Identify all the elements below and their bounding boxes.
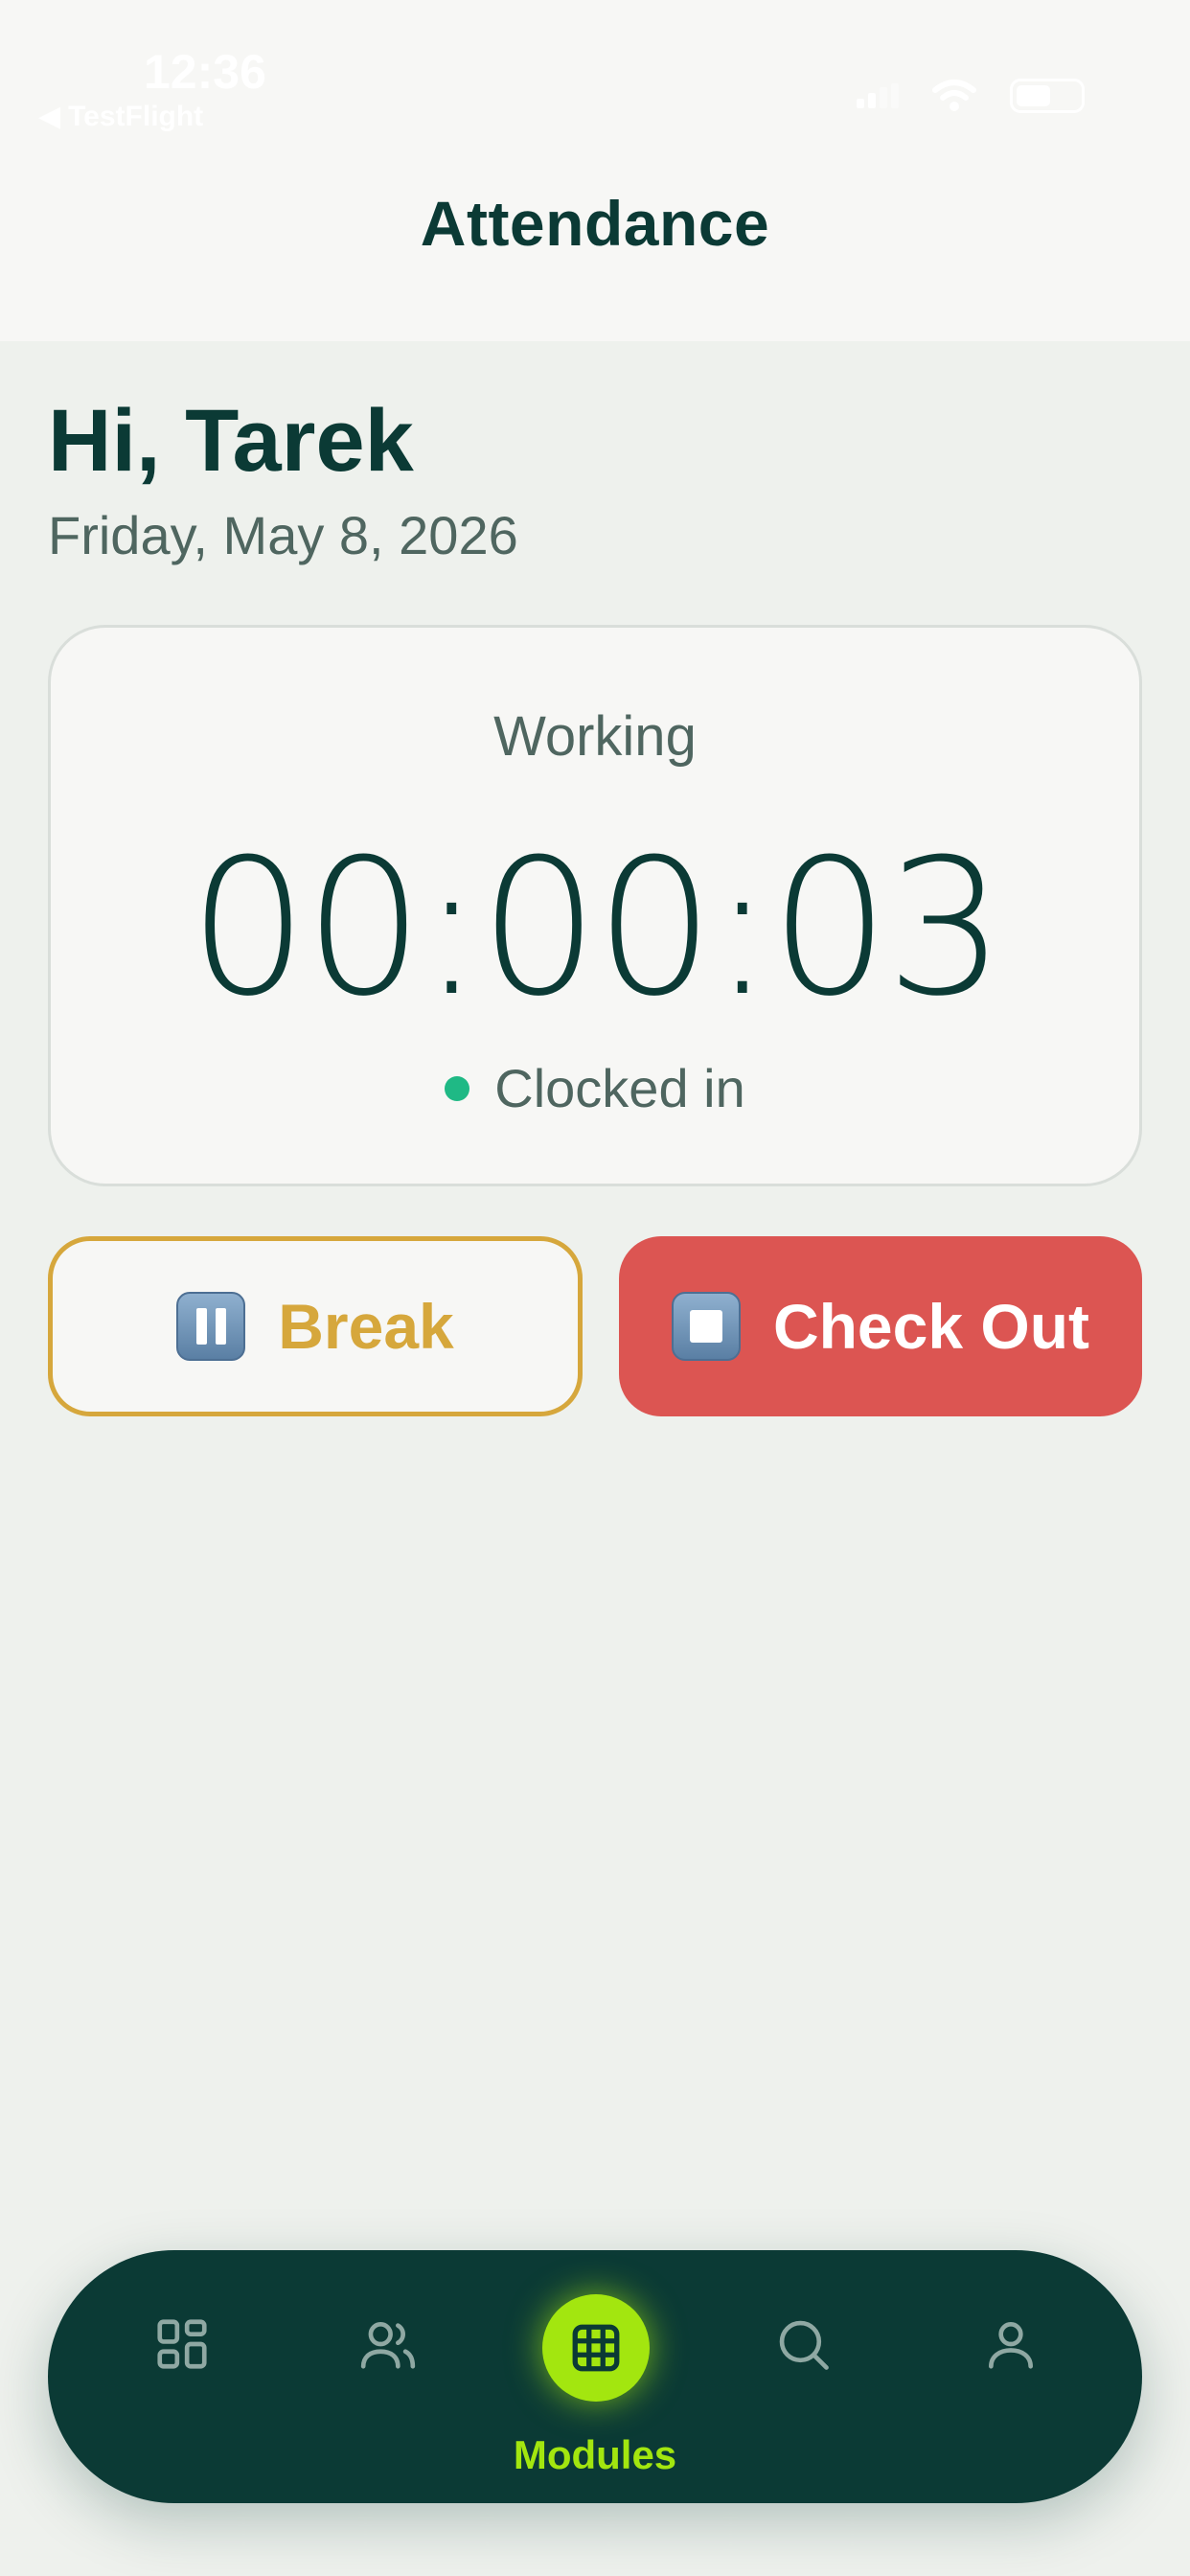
work-status-label: Working xyxy=(493,705,697,768)
greeting-heading: Hi, Tarek xyxy=(48,392,414,490)
clock-status-text: Clocked in xyxy=(494,1058,745,1118)
status-dot-icon xyxy=(445,1075,470,1101)
nav-search[interactable] xyxy=(755,2218,851,2471)
break-button[interactable]: Break xyxy=(48,1236,583,1416)
elapsed-timer: 00:00:03 xyxy=(188,819,1005,1038)
check-out-button[interactable]: Check Out xyxy=(619,1236,1142,1416)
back-arrow-icon: ◀ xyxy=(38,101,61,132)
back-to-app-link[interactable]: ◀ TestFlight xyxy=(38,100,203,133)
break-button-label: Break xyxy=(278,1291,454,1362)
current-date: Friday, May 8, 2026 xyxy=(48,505,518,565)
status-time: 12:36 xyxy=(144,45,266,99)
nav-profile[interactable] xyxy=(963,2218,1059,2471)
clock-status: Clocked in xyxy=(51,1057,1139,1119)
wifi-icon xyxy=(932,80,976,111)
status-bar: 12:36 ◀ TestFlight xyxy=(0,0,1190,153)
back-app-label: TestFlight xyxy=(68,100,204,132)
dashboard-icon xyxy=(157,2319,207,2369)
profile-icon xyxy=(989,2322,1033,2369)
battery-icon xyxy=(1010,79,1085,113)
status-icons xyxy=(857,79,1085,113)
bottom-navigation: Modules xyxy=(48,2250,1142,2503)
nav-modules[interactable] xyxy=(542,2294,650,2402)
users-icon xyxy=(360,2322,416,2369)
page-header: Attendance xyxy=(0,153,1190,341)
check-out-button-label: Check Out xyxy=(772,1291,1090,1362)
page-title: Attendance xyxy=(420,188,770,259)
cellular-signal-icon xyxy=(857,83,899,108)
stop-icon xyxy=(671,1292,741,1361)
timer-card: Working 00:00:03 Clocked in xyxy=(48,625,1142,1186)
modules-grid-icon xyxy=(572,2324,620,2372)
pause-icon xyxy=(176,1292,246,1361)
search-icon xyxy=(779,2320,829,2370)
